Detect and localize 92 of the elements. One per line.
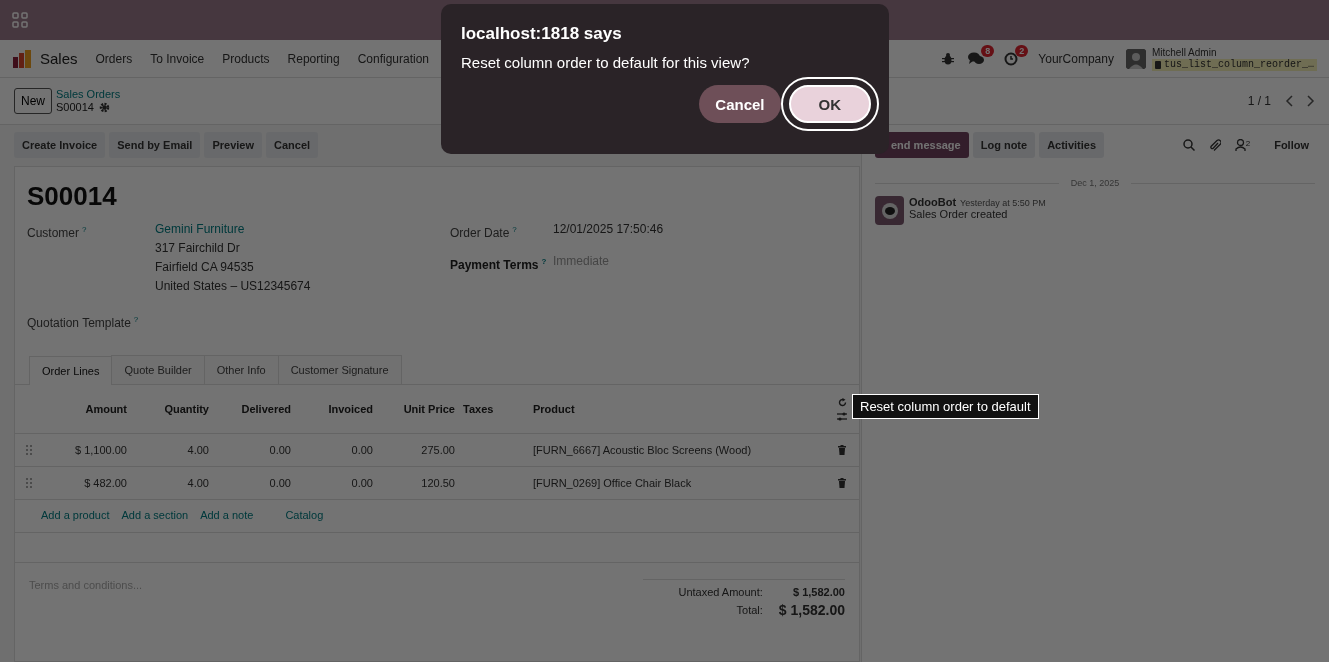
follow-button[interactable]: Follow — [1268, 138, 1315, 152]
action-button[interactable]: Send by Email — [109, 132, 201, 158]
table-cell-text: [FURN_6667] Acoustic Bloc Screens (Wood) — [532, 444, 753, 456]
message-time: Yesterday at 5:50 PM — [960, 198, 1046, 208]
address-line: United States – US12345674 — [155, 278, 312, 295]
record-name: S00014 — [56, 101, 94, 114]
field-value: 12/01/2025 17:50:46 — [553, 221, 665, 238]
record-title: S00014 — [26, 180, 118, 213]
field-label: Payment Terms $^{?}$ — [450, 256, 548, 274]
table-cell-text: [FURN_0269] Office Chair Black — [532, 477, 693, 489]
menu-item[interactable]: To Invoice — [150, 51, 205, 66]
column-header[interactable]: Delivered — [209, 403, 291, 415]
action-button[interactable]: Create Invoice — [14, 132, 106, 158]
total-value: $ 1,582.00 — [792, 586, 845, 598]
add-link[interactable]: Add a product — [41, 509, 110, 523]
paperclip-icon[interactable] — [1208, 138, 1221, 152]
bug-icon[interactable] — [942, 52, 955, 65]
field-label: Order Date $^{?}$ — [450, 224, 518, 242]
table-cell-text: $ 1,100.00 — [74, 444, 127, 456]
total-value: $ 1,582.00 — [778, 602, 845, 618]
pager-value: 1 / 1 — [1247, 94, 1271, 108]
table-cell-text: 4.00 — [186, 477, 209, 489]
chatter-button[interactable]: Log note — [972, 132, 1036, 158]
database-name: tus_list_column_reorder_… — [1151, 58, 1317, 71]
column-header[interactable]: Invoiced — [291, 403, 373, 415]
add-link[interactable]: Add a section — [121, 509, 189, 523]
follower-count: 2 — [1245, 139, 1251, 148]
message-author: OdooBot — [909, 196, 957, 208]
help-mark[interactable]: ? — [512, 225, 517, 234]
address-line: 317 Fairchild Dr — [155, 240, 241, 257]
robot-face-icon — [881, 202, 898, 219]
menu-item[interactable]: Configuration — [357, 51, 430, 66]
menu-item[interactable]: Orders — [95, 51, 133, 66]
message-text: Sales Order created — [909, 208, 1009, 220]
next-icon[interactable] — [1307, 95, 1315, 107]
table-cell-text: 0.00 — [350, 477, 373, 489]
activity-count: 2 — [1015, 44, 1029, 57]
address-line: Fairfield CA 94535 — [155, 259, 255, 276]
drag-handle-icon[interactable] — [26, 478, 32, 488]
action-button[interactable]: Preview — [204, 132, 262, 158]
refresh-icon[interactable] — [837, 397, 847, 407]
company-name[interactable]: YourCompany — [1038, 51, 1114, 66]
table-cell-text: 0.00 — [268, 477, 291, 489]
action-button[interactable]: Cancel — [266, 132, 319, 158]
tab[interactable]: Customer Signature — [277, 355, 402, 384]
help-mark[interactable]: ? — [82, 225, 87, 234]
total-label: Untaxed Amount: — [677, 586, 763, 598]
trash-icon[interactable] — [838, 445, 846, 455]
apps-menu-icon[interactable] — [12, 12, 28, 28]
table-cell-text: 275.00 — [420, 444, 455, 456]
clock-icon[interactable] — [1004, 51, 1019, 66]
chatter-button[interactable]: Activities — [1039, 132, 1105, 158]
sales-app-logo — [12, 48, 32, 69]
new-button[interactable]: New — [14, 88, 52, 114]
user-name: Mitchell Admin — [1151, 46, 1218, 59]
app-name[interactable]: Sales — [40, 50, 78, 67]
help-mark[interactable]: ? — [133, 315, 139, 324]
search-icon[interactable] — [1182, 139, 1195, 151]
message-count: 8 — [981, 45, 995, 57]
tab[interactable]: Order Lines — [29, 356, 113, 385]
table-cell-text: 120.50 — [420, 477, 455, 489]
user-avatar[interactable] — [1125, 48, 1146, 69]
column-header[interactable]: Quantity — [127, 403, 209, 415]
tooltip: Reset column order to default — [852, 394, 1039, 419]
dialog-message: Reset column order to default for this view? — [461, 54, 751, 71]
trash-icon[interactable] — [838, 478, 846, 488]
sliders-icon[interactable] — [837, 411, 847, 421]
previous-icon[interactable] — [1285, 95, 1293, 107]
table-cell-text: 4.00 — [186, 444, 209, 456]
menu-item[interactable]: Reporting — [287, 51, 340, 66]
column-header[interactable]: Unit Price — [373, 403, 455, 415]
table-cell-text: 0.00 — [350, 444, 373, 456]
table-cell-text: 0.00 — [268, 444, 291, 456]
customer-link[interactable]: Gemini Furniture — [155, 220, 450, 239]
dialog-title: localhost:1818 says — [461, 24, 623, 44]
drag-handle-icon[interactable] — [26, 445, 32, 455]
cancel-button[interactable]: Cancel — [699, 85, 781, 123]
total-label: Total: — [735, 604, 763, 616]
column-header[interactable]: Amount — [43, 403, 127, 415]
column-header[interactable]: Taxes — [455, 403, 525, 415]
table-cell-text: $ 482.00 — [83, 477, 127, 489]
breadcrumb-link[interactable]: Sales Orders — [56, 88, 121, 101]
person-icon[interactable] — [1234, 139, 1246, 151]
column-header[interactable]: Product — [525, 403, 825, 415]
chat-icon[interactable] — [968, 52, 985, 65]
field-label: Customer $^{?}$ — [27, 224, 88, 242]
add-link[interactable]: Catalog — [285, 509, 324, 523]
add-link[interactable]: Add a note — [200, 509, 254, 523]
help-mark[interactable]: ? — [541, 257, 547, 266]
database-icon — [1154, 60, 1161, 69]
menu-item[interactable]: Products — [222, 51, 270, 66]
field-label: Quotation Template $^{?}$ — [27, 314, 140, 332]
